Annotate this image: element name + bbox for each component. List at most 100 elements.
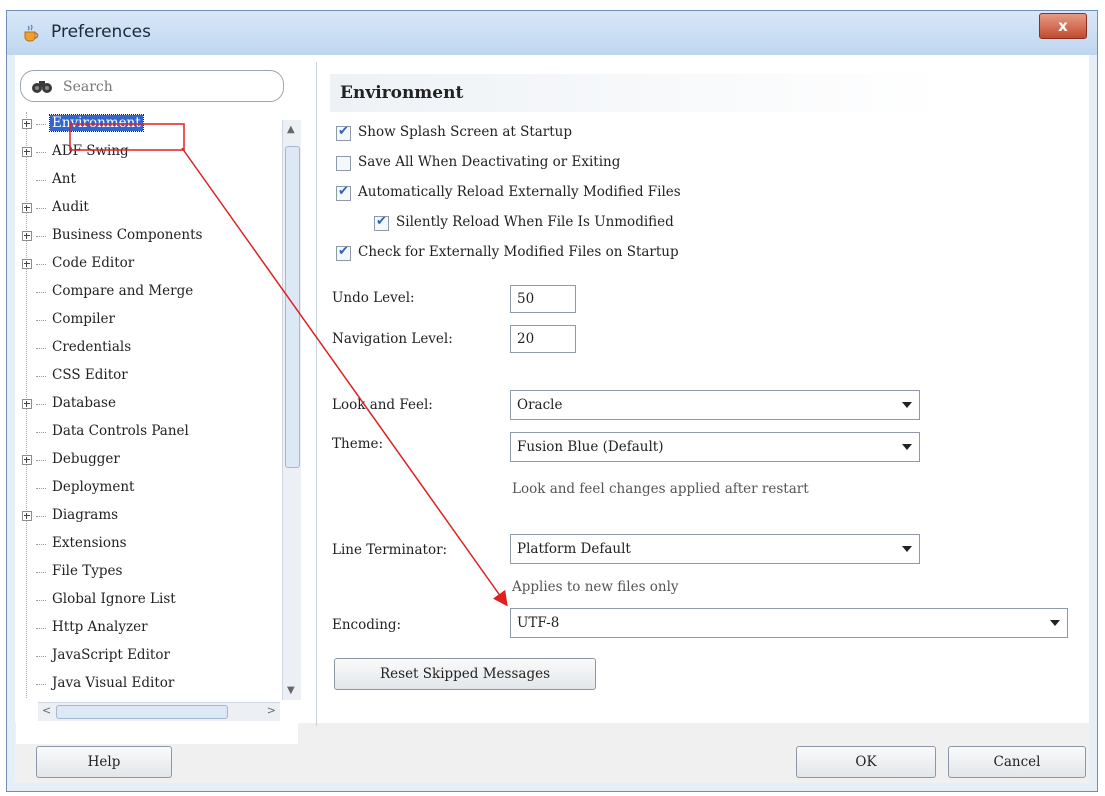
chevron-down-icon — [1050, 620, 1060, 626]
java-cup-icon — [24, 24, 39, 42]
tree-connector — [36, 180, 46, 181]
tree-connector — [36, 600, 46, 601]
look-and-feel-select[interactable]: Oracle — [510, 390, 920, 420]
checkbox-label: Show Splash Screen at Startup — [358, 124, 573, 140]
pane-divider[interactable] — [316, 62, 317, 726]
expand-icon[interactable] — [22, 399, 32, 409]
tree-connector — [36, 264, 46, 265]
tree-connector — [36, 432, 46, 433]
look-hint: Look and feel changes applied after rest… — [512, 481, 809, 497]
tree-connector — [36, 460, 46, 461]
search-box[interactable] — [20, 70, 284, 102]
undo-level-label: Undo Level: — [332, 290, 415, 306]
checkbox-box[interactable] — [374, 214, 389, 231]
tree-item-label: Business Components — [52, 227, 203, 243]
tree-connector — [36, 152, 46, 153]
encoding-label: Encoding: — [332, 617, 402, 633]
tree-vertical-scrollbar[interactable]: ▲ ▼ — [282, 120, 301, 700]
tree-item-label: Data Controls Panel — [52, 423, 189, 439]
tree-item-label: Global Ignore List — [52, 591, 176, 607]
navigation-level-label: Navigation Level: — [332, 331, 453, 347]
tree-item-label: Debugger — [52, 451, 120, 467]
tree-connector — [36, 684, 46, 685]
expand-icon[interactable] — [22, 203, 32, 213]
close-icon: x — [1058, 17, 1068, 35]
window-title: Preferences — [51, 22, 151, 42]
cancel-button[interactable]: Cancel — [948, 746, 1086, 778]
select-value: Platform Default — [517, 541, 631, 557]
scroll-left-icon[interactable]: < — [42, 704, 51, 717]
tree-connector — [36, 488, 46, 489]
tree-connector — [36, 656, 46, 657]
tree-connector — [36, 404, 46, 405]
theme-select[interactable]: Fusion Blue (Default) — [510, 432, 920, 462]
chevron-down-icon — [902, 444, 912, 450]
tree-item-label: Compare and Merge — [52, 283, 194, 299]
tree-item-label: Java Visual Editor — [52, 675, 175, 691]
tree-item-label: Code Editor — [52, 255, 135, 271]
select-value: UTF-8 — [517, 615, 560, 631]
tree-connector — [36, 348, 46, 349]
expand-icon[interactable] — [22, 147, 32, 157]
tree-item-label: Environment — [49, 114, 144, 132]
tree-item-label: ADF Swing — [52, 143, 129, 159]
tree-item-label: Ant — [52, 171, 76, 187]
tree-item-label: Deployment — [52, 479, 135, 495]
expand-icon[interactable] — [22, 119, 32, 129]
close-button[interactable]: x — [1039, 13, 1087, 39]
tree-item-label: Diagrams — [52, 507, 119, 523]
tree-connector — [36, 376, 46, 377]
tree-item-label: Compiler — [52, 311, 115, 327]
tree-item-label: Extensions — [52, 535, 127, 551]
tree-connector — [36, 572, 46, 573]
tree-item-label: JavaScript Editor — [52, 647, 170, 663]
preferences-tree[interactable]: Environment ADF Swing Ant Audit Business Com… — [20, 112, 276, 698]
encoding-select[interactable]: UTF-8 — [510, 608, 1068, 638]
tree-item-label: Audit — [52, 199, 89, 215]
tree-item-label: File Types — [52, 563, 123, 579]
checkbox-box[interactable] — [336, 156, 351, 171]
tree-connector — [36, 208, 46, 209]
tree-connector — [36, 544, 46, 545]
tree-horizontal-scrollbar[interactable]: < > — [38, 702, 280, 721]
tree-connector — [36, 516, 46, 517]
checkbox-box[interactable] — [336, 244, 351, 261]
undo-level-input[interactable] — [510, 285, 576, 313]
scroll-right-icon[interactable]: > — [267, 704, 276, 717]
look-and-feel-label: Look and Feel: — [332, 397, 433, 413]
line-terminator-select[interactable]: Platform Default — [510, 534, 920, 564]
expand-icon[interactable] — [22, 259, 32, 269]
checkbox-box[interactable] — [336, 124, 351, 141]
reset-skipped-messages-button[interactable]: Reset Skipped Messages — [334, 658, 596, 690]
expand-icon[interactable] — [22, 455, 32, 465]
help-button[interactable]: Help — [36, 746, 172, 778]
expand-icon[interactable] — [22, 511, 32, 521]
expand-icon[interactable] — [22, 231, 32, 241]
tree-connector — [36, 320, 46, 321]
search-input[interactable] — [61, 75, 265, 99]
navigation-level-input[interactable] — [510, 325, 576, 353]
checkbox-label: Check for Externally Modified Files on S… — [358, 244, 679, 260]
hscroll-thumb[interactable] — [56, 705, 228, 719]
checkbox-label: Automatically Reload Externally Modified… — [358, 184, 681, 200]
theme-label: Theme: — [332, 436, 384, 452]
ok-button[interactable]: OK — [796, 746, 936, 778]
tree-connector — [36, 124, 46, 125]
page-title: Environment — [330, 74, 950, 112]
tree-item-label: Http Analyzer — [52, 619, 148, 635]
scroll-thumb[interactable] — [285, 146, 300, 468]
title-bar: Preferences x — [7, 11, 1097, 55]
binoculars-icon — [32, 81, 52, 93]
tree-connector — [36, 236, 46, 237]
tree-item-label: Database — [52, 395, 116, 411]
scroll-up-icon[interactable]: ▲ — [287, 124, 295, 135]
tree-connector — [36, 292, 46, 293]
checkbox-box[interactable] — [336, 184, 351, 201]
tree-item-label: Credentials — [52, 339, 132, 355]
line-terminator-label: Line Terminator: — [332, 542, 448, 558]
chevron-down-icon — [902, 546, 912, 552]
select-value: Fusion Blue (Default) — [517, 439, 664, 455]
scroll-down-icon[interactable]: ▼ — [287, 685, 295, 696]
tree-connector — [36, 628, 46, 629]
tree-item-label: CSS Editor — [52, 367, 128, 383]
